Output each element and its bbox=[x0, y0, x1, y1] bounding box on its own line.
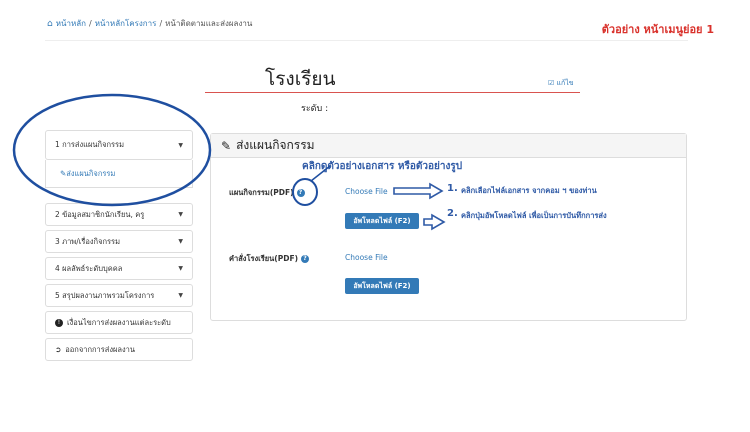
choose-file-order[interactable]: Choose File bbox=[345, 253, 388, 262]
sidebar: 1 การส่งแผนกิจกรรม ▼ ✎ ส่งแผนกิจกรรม 2 ข… bbox=[45, 130, 193, 365]
edit-link[interactable]: ☑ แก้ไข bbox=[548, 78, 574, 89]
annotation-sample-hint: คลิกดูตัวอย่างเอกสาร หรือตัวอย่างรูป bbox=[302, 161, 463, 172]
submenu-item-send-plan[interactable]: ✎ ส่งแผนกิจกรรม bbox=[45, 160, 193, 188]
breadcrumb: ⌂ หน้าหลัก / หน้าหลักโครงการ / หน้าติดตา… bbox=[47, 17, 252, 30]
pencil-icon: ✎ bbox=[221, 138, 232, 153]
caret-down-icon: ▼ bbox=[178, 265, 183, 272]
choose-file-plan[interactable]: Choose File bbox=[345, 187, 388, 196]
sidebar-item-activity-photos[interactable]: 3 ภาพ/เรื่องกิจกรรม ▼ bbox=[45, 230, 193, 253]
breadcrumb-separator: / bbox=[88, 19, 92, 28]
edit-link-label: แก้ไข bbox=[556, 79, 574, 87]
upload-order-button[interactable]: อัพโหลดไฟล์ (F2) bbox=[345, 278, 419, 294]
caret-down-icon: ▼ bbox=[178, 211, 183, 218]
submenu-item-label: ส่งแผนกิจกรรม bbox=[66, 168, 116, 178]
sidebar-item-label: 3 ภาพ/เรื่องกิจกรรม bbox=[55, 236, 121, 246]
sidebar-item-exit[interactable]: ➲ ออกจากการส่งผลงาน bbox=[45, 338, 193, 361]
field-label-plan: แผนกิจกรรม(PDF)? bbox=[229, 187, 305, 199]
sidebar-item-label: 4 ผลลัพธ์ระดับบุคคล bbox=[55, 263, 123, 273]
sidebar-item-label: 2 ข้อมูลสมาชิกนักเรียน, ครู bbox=[55, 209, 145, 219]
annotation-step1-number: 1. bbox=[447, 183, 458, 194]
sidebar-item-label: 5 สรุปผลงานภาพรวมโครงการ bbox=[55, 290, 155, 300]
upload-plan-button[interactable]: อัพโหลดไฟล์ (F2) bbox=[345, 213, 419, 229]
breadcrumb-separator: / bbox=[159, 19, 163, 28]
panel-heading: ✎ ส่งแผนกิจกรรม bbox=[211, 134, 686, 158]
breadcrumb-project-link[interactable]: หน้าหลักโครงการ bbox=[95, 17, 157, 30]
sidebar-item-label: เงื่อนไขการส่งผลงานแต่ละระดับ bbox=[67, 317, 171, 327]
sidebar-item-send-plan[interactable]: 1 การส่งแผนกิจกรรม ▼ bbox=[45, 130, 193, 160]
breadcrumb-home-link[interactable]: หน้าหลัก bbox=[56, 17, 86, 30]
annotation-step1: คลิกเลือกไฟล์เอกสาร จากคอม ฯ ของท่าน bbox=[461, 186, 597, 195]
sidebar-item-conditions[interactable]: ! เงื่อนไขการส่งผลงานแต่ละระดับ bbox=[45, 311, 193, 334]
caret-down-icon: ▼ bbox=[178, 238, 183, 245]
breadcrumb-current: หน้าติดตามและส่งผลงาน bbox=[165, 19, 253, 28]
level-label: ระดับ : bbox=[301, 104, 329, 114]
edit-icon: ☑ bbox=[548, 79, 555, 87]
annotation-step2: คลิกปุ่มอัพโหลดไฟล์ เพื่อเป็นการบันทึกกา… bbox=[461, 211, 607, 220]
annotation-step2-number: 2. bbox=[447, 208, 458, 219]
sidebar-item-members[interactable]: 2 ข้อมูลสมาชิกนักเรียน, ครู ▼ bbox=[45, 203, 193, 226]
home-icon[interactable]: ⌂ bbox=[47, 19, 53, 29]
sidebar-item-label: ออกจากการส่งผลงาน bbox=[65, 344, 136, 354]
info-icon: ! bbox=[55, 318, 63, 327]
divider bbox=[45, 40, 688, 41]
title-underline bbox=[205, 92, 580, 93]
caret-down-icon: ▼ bbox=[178, 292, 183, 299]
sidebar-item-project-summary[interactable]: 5 สรุปผลงานภาพรวมโครงการ ▼ bbox=[45, 284, 193, 307]
sample-label: ตัวอย่าง หน้าเมนูย่อย 1 bbox=[601, 23, 714, 36]
help-icon[interactable]: ? bbox=[301, 255, 310, 263]
school-title: โรงเรียน bbox=[265, 68, 336, 90]
help-icon[interactable]: ? bbox=[296, 189, 305, 197]
sidebar-item-label: 1 การส่งแผนกิจกรรม bbox=[55, 140, 125, 149]
sidebar-item-individual-results[interactable]: 4 ผลลัพธ์ระดับบุคคล ▼ bbox=[45, 257, 193, 280]
field-label-order: คำสั่งโรงเรียน(PDF)? bbox=[229, 253, 310, 265]
panel-title: ส่งแผนกิจกรรม bbox=[236, 138, 315, 152]
caret-down-icon: ▼ bbox=[178, 141, 183, 149]
sign-out-icon: ➲ bbox=[55, 345, 62, 354]
